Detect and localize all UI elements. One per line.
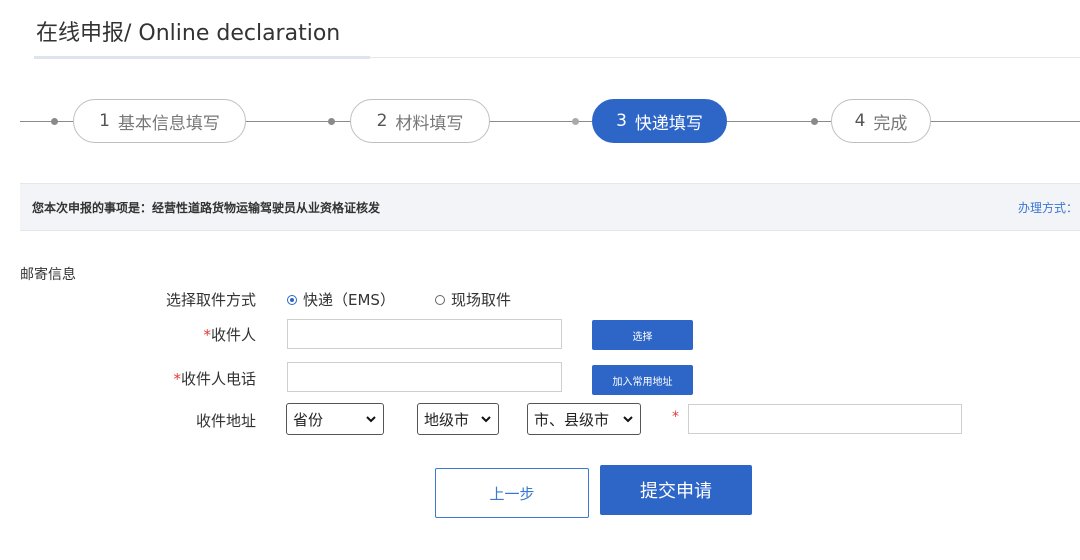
radio-onsite[interactable]: 现场取件 — [435, 289, 511, 310]
pickup-method-label: 选择取件方式 — [165, 291, 256, 309]
step-1[interactable]: 1 基本信息填写 — [73, 99, 246, 143]
processing-method-link[interactable]: 办理方式： — [1018, 199, 1078, 216]
recipient-input[interactable] — [287, 319, 562, 349]
step-4[interactable]: 4 完成 — [831, 99, 931, 143]
address-detail-input[interactable] — [688, 404, 962, 434]
address-label: 收件地址 — [195, 412, 256, 430]
step-number: 2 — [376, 111, 388, 131]
step-2[interactable]: 2 材料填写 — [350, 99, 490, 143]
radio-express[interactable]: 快递（EMS） — [287, 289, 395, 310]
province-select[interactable]: 省份 — [286, 403, 384, 435]
recipient-label-text: 收件人 — [210, 326, 256, 344]
step-dot — [572, 118, 579, 125]
submit-application-button[interactable]: 提交申请 — [600, 465, 752, 515]
phone-input[interactable] — [287, 362, 562, 392]
step-dot — [328, 118, 335, 125]
required-mark: * — [203, 326, 211, 344]
previous-step-button[interactable]: 上一步 — [435, 468, 589, 518]
step-number: 4 — [854, 111, 866, 131]
step-label: 材料填写 — [395, 113, 464, 134]
notice-bar: 您本次申报的事项是：经营性道路货物运输驾驶员从业资格证核发 办理方式： — [20, 183, 1080, 231]
mail-section-title: 邮寄信息 — [20, 267, 76, 283]
step-connector — [20, 121, 73, 122]
county-select-value: 市、县级市 — [534, 410, 610, 429]
phone-label: *收件人电话 — [150, 368, 256, 389]
title-underline — [34, 56, 370, 59]
phone-label-text: 收件人电话 — [180, 370, 256, 388]
required-mark: * — [173, 370, 181, 388]
radio-checked-icon — [287, 294, 297, 305]
step-3-active[interactable]: 3 快递填写 — [592, 99, 727, 143]
title-divider — [370, 57, 1080, 58]
county-select[interactable]: 市、县级市 — [527, 403, 641, 435]
add-common-address-button[interactable]: 加入常用地址 — [592, 365, 693, 395]
chevron-down-icon — [481, 416, 491, 423]
choose-recipient-button[interactable]: 选择 — [592, 320, 693, 350]
recipient-label: *收件人 — [150, 324, 256, 345]
chevron-down-icon — [623, 416, 633, 423]
step-number: 3 — [616, 111, 627, 131]
radio-unchecked-icon — [435, 294, 445, 305]
step-dot — [51, 118, 58, 125]
step-label: 快递填写 — [634, 113, 703, 134]
page-title: 在线申报/ Online declaration — [36, 21, 341, 46]
step-number: 1 — [99, 111, 110, 131]
city-select[interactable]: 地级市 — [417, 403, 499, 435]
radio-express-label: 快递（EMS） — [303, 291, 395, 309]
required-mark: * — [672, 409, 679, 425]
step-connector — [931, 121, 1080, 122]
declaration-item-notice: 您本次申报的事项是：经营性道路货物运输驾驶员从业资格证核发 — [32, 201, 381, 215]
step-dot — [811, 118, 818, 125]
step-label: 完成 — [873, 113, 908, 134]
city-select-value: 地级市 — [424, 410, 470, 429]
chevron-down-icon — [366, 416, 376, 423]
step-label: 基本信息填写 — [117, 113, 220, 134]
radio-onsite-label: 现场取件 — [451, 291, 512, 309]
province-select-value: 省份 — [293, 410, 324, 429]
